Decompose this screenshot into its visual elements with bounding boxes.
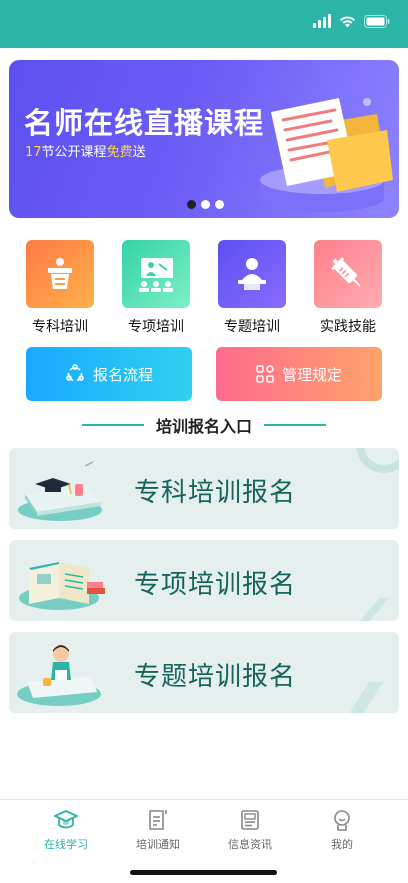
tab-label: 在线学习 [44, 838, 88, 851]
divider [81, 424, 144, 426]
profile-icon [296, 808, 388, 832]
student-reading-icon [17, 645, 101, 706]
category-topic-training[interactable]: 专题培训 [218, 240, 286, 336]
category-label: 实践技能 [320, 319, 376, 335]
tab-my-profile[interactable]: 我的 [296, 808, 388, 852]
category-practical-skills[interactable]: 实践技能 [314, 240, 382, 336]
category-specialty-training[interactable]: 专科培训 [26, 240, 94, 336]
tab-online-learning[interactable]: 在线学习 [20, 808, 112, 852]
section-heading: 培训报名入口 [0, 414, 408, 436]
banner-subtitle-mid: 节公开课程 [41, 145, 107, 160]
specialty-registration-card[interactable]: 专科培训报名 [9, 448, 399, 529]
syringe-icon [314, 240, 382, 308]
ring-decoration [356, 448, 399, 473]
classroom-icon [122, 240, 190, 308]
banner-pagination [187, 200, 224, 209]
grid-icon [256, 365, 274, 383]
banner-title: 名师在线直播课程 [24, 106, 265, 140]
presenter-icon [218, 240, 286, 308]
slash-decoration [349, 682, 383, 713]
divider [264, 424, 326, 426]
card-title: 专项培训报名 [134, 570, 297, 600]
cycle-icon [66, 364, 84, 382]
slash-decoration [359, 598, 389, 621]
lectern-icon [26, 240, 94, 308]
pagination-dot[interactable] [187, 200, 196, 209]
status-bar [0, 0, 408, 48]
tab-training-notice[interactable]: 培训通知 [112, 808, 204, 852]
category-label: 专项培训 [128, 319, 184, 335]
graduation-cap-icon [20, 808, 112, 832]
banner-course-count: 17 [25, 145, 42, 160]
notice-doc-icon [112, 808, 204, 832]
promo-banner[interactable]: 名师在线直播课程 17节公开课程免费送 [9, 60, 399, 218]
wifi-icon [339, 15, 356, 28]
management-rules-label: 管理规定 [281, 365, 342, 384]
battery-icon [364, 14, 390, 28]
card-title: 专科培训报名 [134, 478, 297, 508]
graduation-books-icon [18, 461, 102, 521]
tab-label: 培训通知 [136, 838, 180, 851]
category-special-training[interactable]: 专项培训 [122, 240, 190, 336]
pagination-dot[interactable] [215, 200, 224, 209]
management-rules-button[interactable]: 管理规定 [216, 347, 382, 401]
category-label: 专科培训 [32, 319, 88, 335]
banner-subtitle-end: 送 [132, 145, 146, 160]
section-title: 培训报名入口 [155, 417, 252, 436]
pagination-dot[interactable] [201, 200, 210, 209]
registration-process-label: 报名流程 [92, 365, 153, 384]
registration-process-button[interactable]: 报名流程 [26, 347, 192, 401]
special-registration-card[interactable]: 专项培训报名 [9, 540, 399, 621]
status-icons [313, 14, 390, 28]
tab-label: 信息资讯 [228, 838, 272, 851]
open-book-icon [19, 562, 105, 610]
documents-illustration [260, 98, 393, 212]
banner-subtitle-free: 免费 [106, 145, 133, 160]
topic-registration-card[interactable]: 专题培训报名 [9, 632, 399, 713]
tab-information-news[interactable]: 信息资讯 [204, 808, 296, 852]
banner-subtitle: 17节公开课程免费送 [25, 141, 146, 160]
signal-icon [313, 14, 331, 28]
home-indicator [130, 870, 277, 875]
news-icon [204, 808, 296, 832]
card-title: 专题培训报名 [134, 662, 297, 692]
category-label: 专题培训 [224, 319, 280, 335]
tab-label: 我的 [331, 838, 353, 851]
